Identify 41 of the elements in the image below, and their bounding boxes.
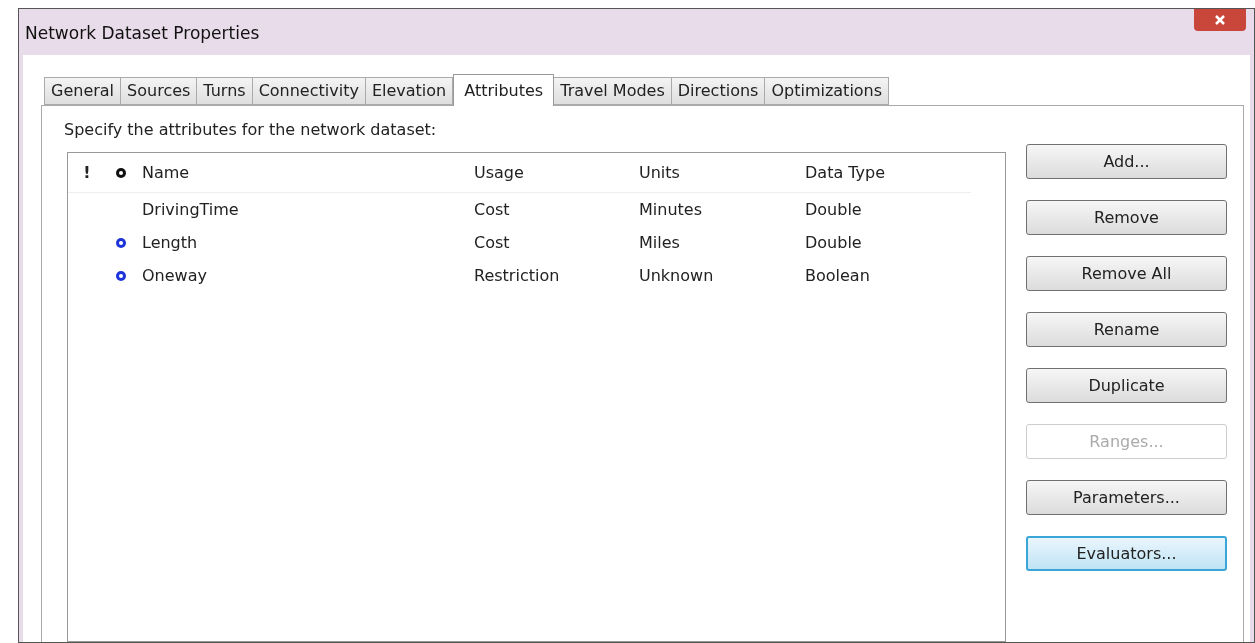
action-button[interactable]: Duplicate (1026, 368, 1227, 403)
action-button[interactable]: Rename (1026, 312, 1227, 347)
close-icon (1214, 14, 1226, 26)
action-button[interactable]: Add... (1026, 144, 1227, 179)
table-cell-text: Unknown (638, 264, 715, 287)
table-cell-text: Miles (638, 231, 681, 254)
table-cell-text: Restriction (473, 264, 561, 287)
column-header[interactable]: Data Type (801, 160, 961, 185)
action-button[interactable]: Parameters... (1026, 480, 1227, 515)
tab[interactable]: Directions (670, 77, 766, 105)
table-cell-text: DrivingTime (141, 198, 240, 221)
table-cell-text: Double (804, 198, 863, 221)
action-button[interactable]: Remove All (1026, 256, 1227, 291)
table-cell-text: Cost (473, 198, 511, 221)
tab[interactable]: Attributes (453, 74, 555, 106)
tab[interactable]: Elevation (364, 77, 454, 105)
tab[interactable]: Sources (120, 77, 198, 105)
column-header[interactable]: Units (635, 160, 801, 185)
default-icon (115, 166, 127, 179)
column-header[interactable]: Name (136, 160, 470, 185)
action-button[interactable]: Remove (1026, 200, 1227, 235)
tab[interactable]: General (44, 77, 122, 105)
table-cell-text: Oneway (141, 264, 208, 287)
table-cell-text: Double (804, 231, 863, 254)
table-cell-text: Boolean (804, 264, 871, 287)
close-button[interactable] (1194, 9, 1246, 31)
table-cell-text: Minutes (638, 198, 703, 221)
tab[interactable]: Turns (196, 77, 253, 105)
column-header[interactable]: Usage (470, 160, 635, 185)
column-header[interactable]: ! (68, 160, 106, 185)
window-title: Network Dataset Properties (25, 22, 260, 45)
instruction-text: Specify the attributes for the network dataset: (64, 119, 438, 141)
table-cell-text: Cost (473, 231, 511, 254)
attribute-row[interactable]: Oneway Restriction Unknown Boolean (68, 259, 1005, 292)
action-button[interactable]: Evaluators... (1026, 536, 1227, 571)
attribute-row[interactable]: DrivingTime Cost Minutes Double (68, 193, 1005, 226)
tab[interactable]: Travel Modes (553, 77, 672, 105)
attribute-row[interactable]: Length Cost Miles Double (68, 226, 1005, 259)
tab[interactable]: Connectivity (251, 77, 366, 105)
table-cell-text: Length (141, 231, 199, 254)
tab[interactable]: Optimizations (764, 77, 890, 105)
